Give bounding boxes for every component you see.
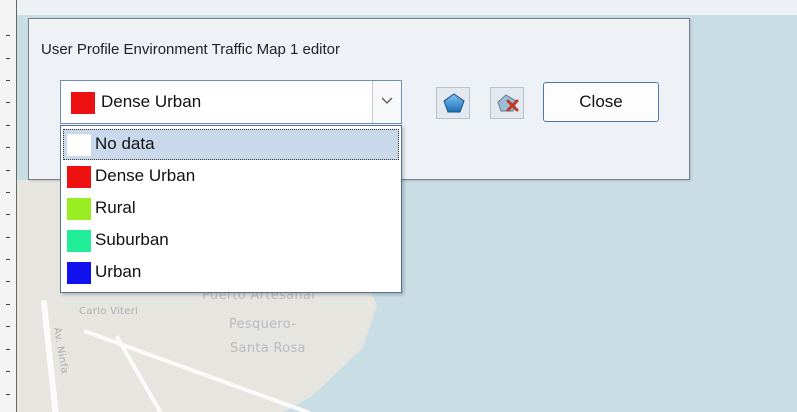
combobox-value: Dense Urban [101,92,202,111]
map-place-label: Carlo Viteri [79,306,139,317]
color-swatch [67,134,91,156]
environment-class-dropdown-list: No data Dense Urban Rural Suburban Urban [60,125,402,293]
combobox-dropdown-button[interactable] [372,81,401,123]
color-swatch [67,230,91,252]
map-top-strip [17,0,797,15]
dropdown-item-dense-urban[interactable]: Dense Urban [63,161,399,192]
dropdown-item-label: Rural [95,198,136,217]
ruler-tick [6,259,10,260]
ruler-tick [6,170,10,171]
ruler-tick [6,80,10,81]
ruler-tick [6,326,10,327]
ruler-tick [6,58,10,59]
delete-polygon-icon [497,94,519,112]
draw-polygon-icon [443,93,465,113]
ruler-tick [6,192,10,193]
ruler-tick [6,35,10,36]
ruler-tick [6,281,10,282]
chevron-down-icon [381,97,393,104]
dropdown-item-label: Suburban [95,230,169,249]
dropdown-item-suburban[interactable]: Suburban [63,225,399,256]
ruler-tick [6,349,10,350]
dropdown-item-label: No data [95,134,155,153]
dropdown-item-urban[interactable]: Urban [63,257,399,288]
ruler-tick [6,394,10,395]
delete-polygon-button[interactable] [490,87,524,119]
dropdown-item-label: Urban [95,262,142,281]
dropdown-item-rural[interactable]: Rural [63,193,399,224]
ruler-tick [6,304,10,305]
map-place-label: Pesquero- [229,317,297,332]
dialog-title: User Profile Environment Traffic Map 1 e… [41,41,341,58]
dropdown-item-label: Dense Urban [95,166,196,185]
ruler-tick [6,237,10,238]
ruler-tick [6,147,10,148]
ruler-tick [6,214,10,215]
color-swatch [67,262,91,284]
environment-class-combobox[interactable]: Dense Urban [60,80,402,124]
ruler-tick [6,125,10,126]
selected-color-swatch [71,92,95,114]
map-place-label: Santa Rosa [230,341,306,356]
close-button[interactable]: Close [543,82,659,122]
color-swatch [67,166,91,188]
draw-polygon-button[interactable] [436,87,470,119]
dropdown-item-no-data[interactable]: No data [63,129,399,160]
ruler-tick [6,371,10,372]
color-swatch [67,198,91,220]
ruler-tick [6,102,10,103]
left-ruler [0,0,14,412]
